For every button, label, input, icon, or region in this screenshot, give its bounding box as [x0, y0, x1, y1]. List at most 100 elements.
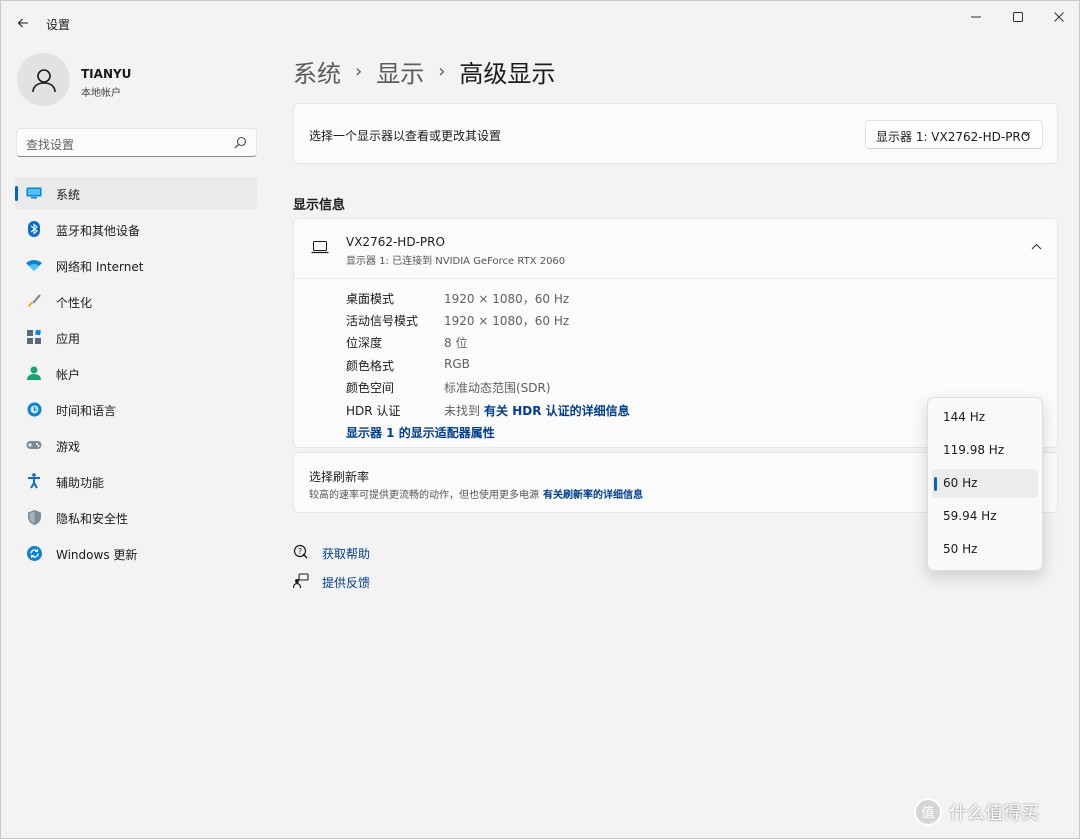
search-icon[interactable]	[234, 136, 247, 149]
sidebar-item-time-language[interactable]: 时间和语言	[15, 393, 257, 425]
sidebar-item-personalization[interactable]: 个性化	[15, 285, 257, 317]
chevron-up-icon[interactable]	[1031, 243, 1042, 250]
info-value: 未找到	[444, 404, 481, 418]
page-title: 高级显示	[459, 60, 556, 88]
refresh-option-label: 59.94 Hz	[943, 509, 997, 523]
title-bar: 设置	[1, 1, 1079, 45]
refresh-rate-popup: 144 Hz 119.98 Hz 60 Hz 59.94 Hz 50 Hz	[927, 397, 1043, 571]
display-select-label: 选择一个显示器以查看或更改其设置	[309, 129, 502, 143]
back-arrow-icon	[17, 18, 28, 28]
time-language-icon	[26, 401, 42, 417]
sidebar-item-apps[interactable]: 应用	[15, 321, 257, 353]
hdr-details-link[interactable]: 有关 HDR 认证的详细信息	[484, 404, 630, 418]
info-value: 标准动态范围(SDR)	[444, 381, 551, 395]
close-icon	[1054, 12, 1064, 22]
info-value: 8 位	[444, 336, 468, 350]
breadcrumb-separator: ›	[355, 61, 363, 82]
system-icon	[26, 185, 42, 201]
info-key: 位深度	[346, 336, 383, 350]
svg-text:?: ?	[298, 547, 302, 556]
sidebar-item-gaming[interactable]: 游戏	[15, 429, 257, 461]
bluetooth-icon	[26, 221, 42, 237]
display-info-heading: 显示信息	[293, 198, 346, 213]
sidebar-item-privacy[interactable]: 隐私和安全性	[15, 501, 257, 533]
chevron-down-icon	[1022, 131, 1031, 137]
feedback-icon	[293, 573, 309, 589]
refresh-description-text: 较高的速率可提供更流畅的动作，但也使用更多电源	[309, 490, 539, 501]
search-input[interactable]: 查找设置	[26, 136, 74, 153]
watermark-text: 什么值得买	[949, 803, 1039, 824]
sidebar-item-label: 帐户	[56, 368, 81, 382]
sidebar-item-bluetooth[interactable]: 蓝牙和其他设备	[15, 213, 257, 245]
maximize-icon	[1013, 12, 1023, 22]
refresh-rate-description: 较高的速率可提供更流畅的动作，但也使用更多电源 有关刷新率的详细信息	[309, 486, 643, 501]
sidebar-item-label: 时间和语言	[56, 404, 117, 418]
refresh-option-label: 119.98 Hz	[943, 443, 1005, 457]
close-button[interactable]	[1039, 7, 1079, 27]
breadcrumb-separator: ›	[438, 61, 446, 82]
display-select-card: 选择一个显示器以查看或更改其设置 显示器 1: VX2762-HD-PRO	[293, 103, 1058, 164]
refresh-option-label: 144 Hz	[943, 410, 986, 424]
watermark-logo-mark: 值	[921, 805, 934, 821]
search-box[interactable]: 查找设置	[16, 128, 257, 157]
account-icon	[26, 365, 42, 381]
sidebar-item-label: 网络和 Internet	[56, 260, 144, 274]
sidebar-item-system[interactable]: 系统	[15, 177, 257, 209]
app-title: 设置	[46, 18, 71, 32]
minimize-icon	[971, 16, 981, 18]
breadcrumb: 系统 › 显示 › 高级显示	[293, 54, 555, 89]
display-dropdown[interactable]: 显示器 1: VX2762-HD-PRO	[865, 120, 1043, 149]
user-name: TIANYU	[81, 67, 132, 81]
help-icon: ?	[293, 544, 308, 559]
sidebar-item-label: 蓝牙和其他设备	[56, 224, 141, 238]
settings-window: 设置 TIANYU 本地帐户 查找设置 系统 蓝牙和其他设备 网络和 Inter…	[0, 0, 1080, 839]
minimize-button[interactable]	[956, 7, 996, 27]
display-dropdown-value: 显示器 1: VX2762-HD-PRO	[876, 130, 1031, 144]
laptop-icon	[311, 241, 329, 254]
monitor-name: VX2762-HD-PRO	[346, 235, 445, 249]
sidebar-item-label: 游戏	[56, 440, 81, 454]
breadcrumb-system[interactable]: 系统	[293, 54, 341, 89]
refresh-option-label: 60 Hz	[943, 476, 978, 490]
info-key: 颜色空间	[346, 381, 395, 395]
sidebar-item-label: Windows 更新	[56, 548, 138, 562]
refresh-rate-title: 选择刷新率	[309, 470, 370, 484]
info-value: RGB	[444, 357, 470, 371]
info-key: 桌面模式	[346, 292, 395, 306]
selected-indicator	[934, 477, 937, 491]
sidebar-item-accounts[interactable]: 帐户	[15, 357, 257, 389]
back-button[interactable]	[11, 11, 35, 35]
apps-icon	[26, 329, 42, 345]
info-value-wrap: 未找到 有关 HDR 认证的详细信息	[444, 402, 630, 419]
info-value: 1920 × 1080，60 Hz	[444, 292, 570, 306]
refresh-details-link[interactable]: 有关刷新率的详细信息	[543, 490, 643, 501]
user-icon	[31, 68, 56, 92]
brush-icon	[26, 293, 42, 309]
refresh-option-144[interactable]: 144 Hz	[932, 403, 1038, 432]
sidebar-item-windows-update[interactable]: Windows 更新	[15, 537, 257, 569]
refresh-option-119-98[interactable]: 119.98 Hz	[932, 436, 1038, 465]
sidebar-item-label: 隐私和安全性	[56, 512, 129, 526]
shield-icon	[26, 509, 42, 525]
maximize-button[interactable]	[998, 7, 1038, 27]
refresh-option-60[interactable]: 60 Hz	[932, 469, 1038, 498]
sidebar-item-label: 个性化	[56, 296, 93, 310]
sidebar-item-network[interactable]: 网络和 Internet	[15, 249, 257, 281]
feedback-label: 提供反馈	[322, 576, 371, 590]
refresh-option-50[interactable]: 50 Hz	[932, 535, 1038, 564]
avatar	[17, 53, 70, 106]
refresh-option-59-94[interactable]: 59.94 Hz	[932, 502, 1038, 531]
accessibility-icon	[26, 473, 42, 489]
sidebar-item-accessibility[interactable]: 辅助功能	[15, 465, 257, 497]
active-indicator	[15, 186, 18, 201]
gamepad-icon	[26, 437, 42, 453]
info-key: HDR 认证	[346, 404, 401, 418]
watermark: 值 什么值得买	[913, 797, 1039, 827]
info-value: 1920 × 1080，60 Hz	[444, 314, 570, 328]
display-info-header[interactable]: VX2762-HD-PRO 显示器 1: 已连接到 NVIDIA GeForce…	[294, 219, 1057, 279]
wifi-icon	[26, 257, 42, 273]
adapter-properties-link[interactable]: 显示器 1 的显示适配器属性	[346, 424, 495, 441]
windows-update-icon	[26, 545, 42, 561]
info-key: 活动信号模式	[346, 314, 419, 328]
breadcrumb-display[interactable]: 显示	[376, 54, 424, 89]
